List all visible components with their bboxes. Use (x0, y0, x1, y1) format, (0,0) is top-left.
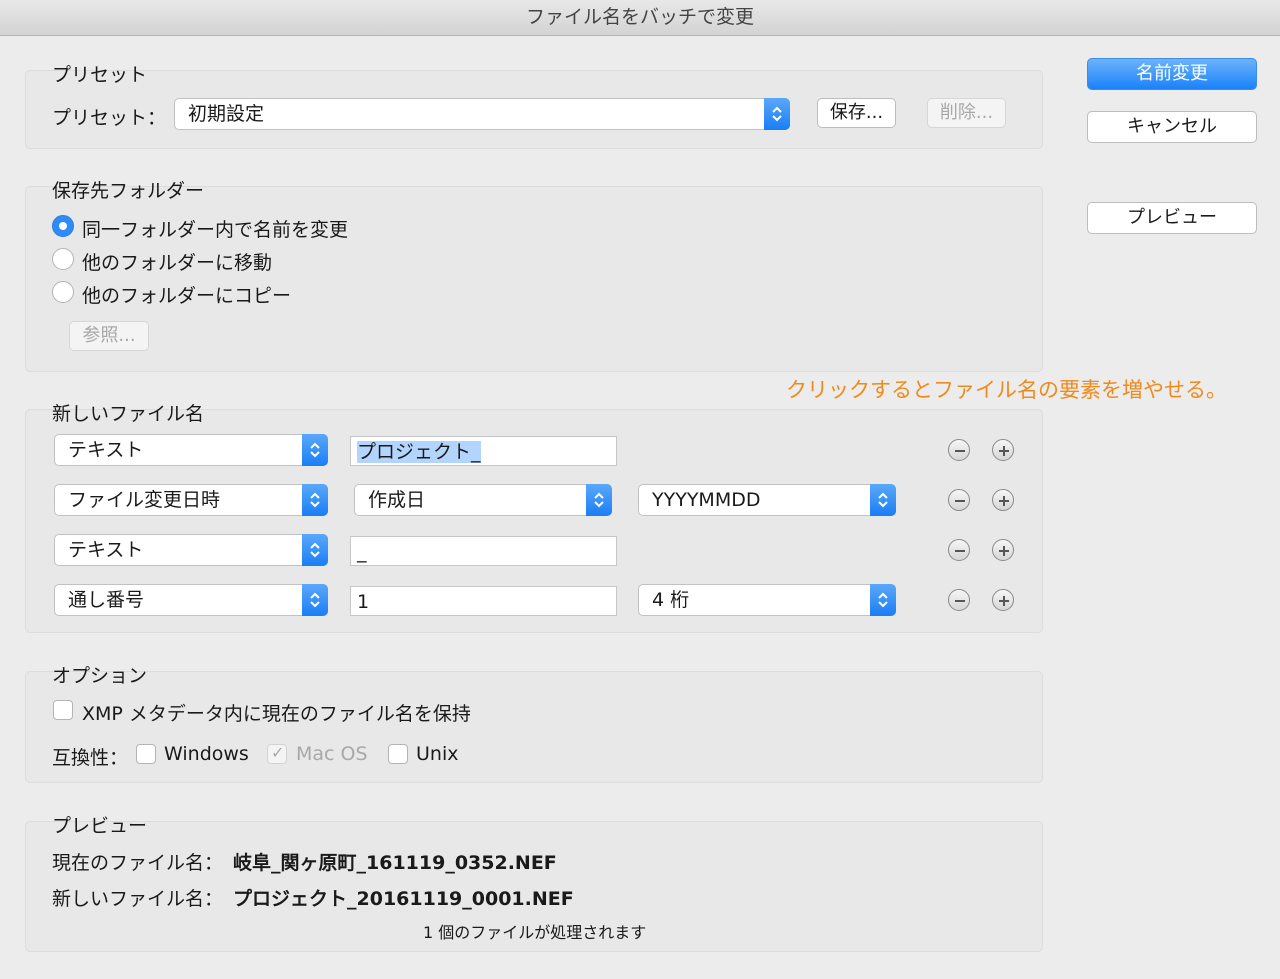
date-option-value: 作成日 (368, 489, 426, 511)
current-filename-value: 岐阜_関ヶ原町_161119_0352.NEF (233, 852, 557, 874)
radio-label-copy-folder: 他のフォルダーにコピー (82, 285, 292, 307)
radio-move-folder[interactable] (52, 248, 74, 270)
new-filename-label: 新しいファイル名： (52, 888, 224, 910)
macos-label: Mac OS (296, 743, 368, 765)
options-group-title: オプション (52, 665, 148, 687)
element-type-select-4[interactable]: 通し番号 (54, 584, 328, 616)
radio-copy-folder[interactable] (52, 281, 74, 303)
element-type-value: テキスト (68, 439, 144, 461)
destination-group-title: 保存先フォルダー (52, 180, 205, 202)
preset-group-title: プリセット (52, 64, 148, 86)
preview-button[interactable]: プレビュー (1087, 202, 1257, 234)
plus-icon[interactable] (992, 589, 1014, 611)
element-text-field-1[interactable]: プロジェクト_ (350, 436, 617, 466)
unix-label: Unix (416, 743, 459, 765)
windows-checkbox[interactable] (136, 744, 156, 764)
minus-icon[interactable] (948, 489, 970, 511)
cancel-button[interactable]: キャンセル (1087, 111, 1257, 143)
date-format-value: YYYYMMDD (652, 489, 761, 511)
minus-icon[interactable] (948, 539, 970, 561)
minus-icon[interactable] (948, 589, 970, 611)
plus-icon[interactable] (992, 489, 1014, 511)
digits-select[interactable]: 4 桁 (638, 584, 896, 616)
plus-icon[interactable] (992, 439, 1014, 461)
sequence-start-field[interactable]: 1 (350, 586, 617, 616)
element-type-select-1[interactable]: テキスト (54, 434, 328, 466)
element-type-select-2[interactable]: ファイル変更日時 (54, 484, 328, 516)
sequence-start-value: 1 (357, 591, 370, 613)
macos-checkbox[interactable] (267, 743, 287, 764)
unix-checkbox[interactable] (388, 744, 408, 764)
batch-rename-dialog: ファイル名をバッチで変更 名前変更 キャンセル プレビュー プリセット プリセッ… (0, 0, 1280, 979)
xmp-checkbox-label: XMP メタデータ内に現在のファイル名を保持 (82, 703, 471, 725)
element-type-value: ファイル変更日時 (68, 489, 221, 511)
element-type-select-3[interactable]: テキスト (54, 534, 328, 566)
preset-delete-button[interactable]: 削除... (927, 98, 1006, 128)
minus-icon[interactable] (948, 439, 970, 461)
radio-label-same-folder: 同一フォルダー内で名前を変更 (82, 219, 349, 241)
preset-save-button[interactable]: 保存... (817, 98, 896, 128)
windows-label: Windows (164, 743, 249, 765)
element-text-field-3[interactable]: _ (350, 536, 617, 566)
stepper-icon (870, 484, 896, 516)
radio-same-folder[interactable] (52, 215, 74, 237)
stepper-icon (302, 534, 328, 566)
element-type-value: 通し番号 (68, 589, 145, 611)
window-title: ファイル名をバッチで変更 (0, 0, 1280, 36)
preset-selected-value: 初期設定 (188, 103, 265, 125)
preview-group-title: プレビュー (52, 815, 148, 837)
rename-button[interactable]: 名前変更 (1087, 58, 1257, 90)
file-count-text: 1 個のファイルが処理されます (423, 923, 647, 942)
preset-label: プリセット： (52, 107, 167, 129)
options-group (25, 671, 1043, 783)
element-text-value: _ (357, 541, 367, 563)
compat-label: 互換性： (52, 747, 129, 769)
stepper-icon (586, 484, 612, 516)
current-filename-label: 現在のファイル名： (52, 852, 224, 874)
preset-select[interactable]: 初期設定 (174, 98, 790, 130)
date-format-select[interactable]: YYYYMMDD (638, 484, 896, 516)
stepper-icon (302, 484, 328, 516)
xmp-checkbox[interactable] (53, 700, 73, 720)
digits-value: 4 桁 (652, 589, 690, 611)
annotation-text: クリックするとファイル名の要素を増やせる。 (786, 378, 1227, 402)
destination-group (25, 186, 1043, 372)
element-type-value: テキスト (68, 539, 144, 561)
stepper-icon (302, 434, 328, 466)
date-option-select[interactable]: 作成日 (354, 484, 612, 516)
radio-label-move-folder: 他のフォルダーに移動 (82, 252, 273, 274)
plus-icon[interactable] (992, 539, 1014, 561)
browse-button[interactable]: 参照... (69, 321, 149, 351)
element-text-value: プロジェクト_ (357, 441, 481, 463)
stepper-icon (870, 584, 896, 616)
new-filename-value: プロジェクト_20161119_0001.NEF (233, 888, 574, 910)
stepper-icon (764, 98, 790, 130)
stepper-icon (302, 584, 328, 616)
new-filename-group-title: 新しいファイル名 (52, 403, 205, 425)
